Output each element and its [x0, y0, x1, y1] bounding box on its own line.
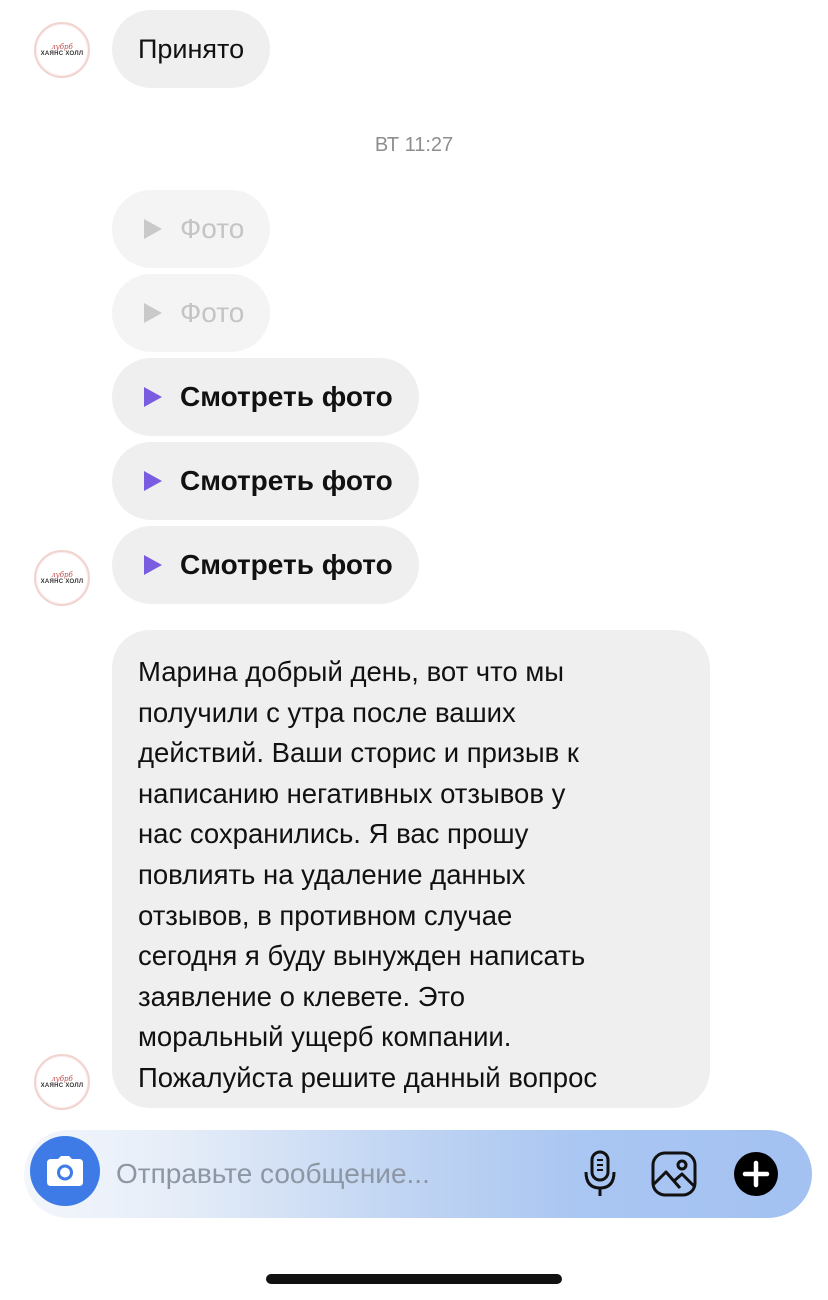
message-line: действий. Ваши сторис и призыв к	[138, 737, 579, 769]
view-photo-button[interactable]: Смотреть фото	[112, 526, 419, 604]
play-icon	[144, 387, 162, 407]
voice-message-button[interactable]	[574, 1148, 626, 1200]
avatar-brand-text: ХАЯНС ХОЛЛ	[40, 578, 84, 585]
expired-photo-message: Фото	[112, 274, 271, 352]
message-text: Принято	[138, 33, 245, 64]
message-bubble[interactable]: Принято	[112, 10, 271, 88]
avatar-script-text: лубрб	[51, 570, 73, 579]
play-icon	[144, 471, 162, 491]
message-line: написанию негативных отзывов у	[138, 777, 566, 809]
message-line: моральный ущерб компании.	[138, 1021, 512, 1053]
photo-label: Фото	[180, 297, 245, 328]
sender-avatar[interactable]: лубрб ХАЯНС ХОЛЛ	[34, 550, 90, 606]
chat-screen: лубрб ХАЯНС ХОЛЛ Принято ВТ 11:27 Фото Ф…	[0, 0, 828, 1300]
view-photo-label: Смотреть фото	[180, 381, 393, 412]
view-photo-button[interactable]: Смотреть фото	[112, 358, 419, 436]
camera-icon	[47, 1156, 83, 1186]
play-icon	[144, 555, 162, 575]
more-options-button[interactable]	[730, 1148, 782, 1200]
microphone-icon	[584, 1150, 616, 1196]
play-icon	[144, 219, 162, 239]
sender-avatar[interactable]: лубрб ХАЯНС ХОЛЛ	[34, 22, 90, 78]
view-photo-label: Смотреть фото	[180, 465, 393, 496]
message-input[interactable]: Отправьте сообщение...	[116, 1130, 430, 1218]
photo-label: Фото	[180, 213, 245, 244]
message-line: отзывов, в противном случае	[138, 899, 513, 931]
camera-button[interactable]	[30, 1136, 100, 1206]
message-line: получили с утра после ваших	[138, 696, 516, 728]
message-line: Пожалуйста решите данный вопрос	[138, 1061, 598, 1093]
plus-icon	[734, 1152, 778, 1196]
gallery-button[interactable]	[648, 1148, 700, 1200]
gallery-icon	[651, 1151, 697, 1197]
message-composer: Отправьте сообщение...	[24, 1130, 812, 1218]
message-line: сегодня я буду вынужден написать	[138, 940, 586, 972]
expired-photo-message: Фото	[112, 190, 271, 268]
message-line: нас сохранились. Я вас прошу	[138, 818, 529, 850]
avatar-script-text: лубрб	[51, 42, 73, 51]
avatar-script-text: лубрб	[51, 1074, 73, 1083]
avatar-brand-text: ХАЯНС ХОЛЛ	[40, 1082, 84, 1089]
home-indicator[interactable]	[266, 1274, 562, 1284]
long-message-bubble[interactable]: Марина добрый день, вот что мы получили …	[112, 630, 710, 1108]
message-timestamp: ВТ 11:27	[374, 134, 454, 156]
view-photo-button[interactable]: Смотреть фото	[112, 442, 419, 520]
avatar-brand-text: ХАЯНС ХОЛЛ	[40, 50, 84, 57]
sender-avatar[interactable]: лубрб ХАЯНС ХОЛЛ	[34, 1054, 90, 1110]
message-line: повлиять на удаление данных	[138, 858, 526, 890]
message-line: Марина добрый день, вот что мы	[138, 656, 565, 687]
view-photo-label: Смотреть фото	[180, 549, 393, 580]
message-line: заявление о клевете. Это	[138, 980, 466, 1012]
play-icon	[144, 303, 162, 323]
